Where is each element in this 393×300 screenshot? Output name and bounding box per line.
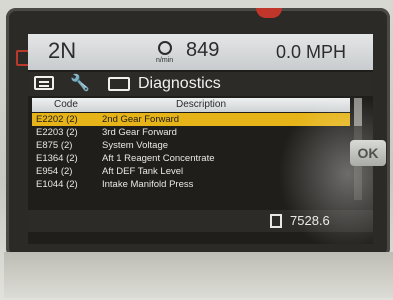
fault-code-list: E2202 (2) 2nd Gear Forward E2203 (2) 3rd… — [32, 113, 350, 191]
column-header-code: Code — [54, 99, 78, 110]
fault-description: Aft 1 Reagent Concentrate — [102, 153, 215, 164]
alert-indicator — [256, 8, 282, 18]
fault-description: 3rd Gear Forward — [102, 127, 177, 138]
table-row[interactable]: E954 (2) Aft DEF Tank Level — [32, 165, 350, 178]
table-row[interactable]: E875 (2) System Voltage — [32, 139, 350, 152]
column-header-description: Description — [176, 99, 227, 110]
table-row[interactable]: E1044 (2) Intake Manifold Press — [32, 178, 350, 191]
table-row[interactable]: E1364 (2) Aft 1 Reagent Concentrate — [32, 152, 350, 165]
speed-readout: 0.0 MPH — [276, 42, 347, 62]
rpm-unit: n/min — [156, 57, 174, 64]
fault-code: E2203 (2) — [36, 127, 78, 138]
diagnostics-waveform-icon[interactable] — [108, 77, 130, 91]
hour-meter-icon — [270, 214, 282, 228]
table-header: Code Description — [32, 98, 350, 112]
fault-code: E2202 (2) — [36, 114, 78, 125]
display-screen: 2N n/min 849 0.0 MPH 🔧 Diagnostics Code … — [28, 34, 373, 244]
engine-rpm-icon — [158, 41, 172, 55]
fault-code: E954 (2) — [36, 166, 73, 177]
ok-button[interactable]: OK — [350, 140, 386, 166]
table-row[interactable]: E2203 (2) 3rd Gear Forward — [32, 126, 350, 139]
fault-code: E1364 (2) — [36, 153, 78, 164]
hour-meter-value: 7528.6 — [290, 213, 330, 228]
fault-description: Aft DEF Tank Level — [102, 166, 184, 177]
scrollbar-thumb[interactable] — [354, 98, 362, 126]
rpm-value: 849 — [186, 39, 220, 61]
wrench-icon[interactable]: 🔧 — [70, 73, 90, 93]
housing-lip — [4, 252, 393, 298]
fault-code: E875 (2) — [36, 140, 73, 151]
fault-description: 2nd Gear Forward — [102, 114, 180, 125]
fault-description: Intake Manifold Press — [102, 179, 194, 190]
fault-code: E1044 (2) — [36, 179, 78, 190]
fault-list-icon[interactable] — [34, 76, 54, 90]
menu-bar: 🔧 Diagnostics — [28, 72, 373, 96]
status-bar: 2N n/min 849 0.0 MPH — [28, 34, 373, 70]
table-row[interactable]: E2202 (2) 2nd Gear Forward — [32, 113, 350, 126]
footer-bar: 7528.6 — [28, 210, 373, 232]
gear-indicator: 2N — [48, 38, 77, 63]
fault-description: System Voltage — [102, 140, 169, 151]
menu-title: Diagnostics — [138, 75, 221, 92]
